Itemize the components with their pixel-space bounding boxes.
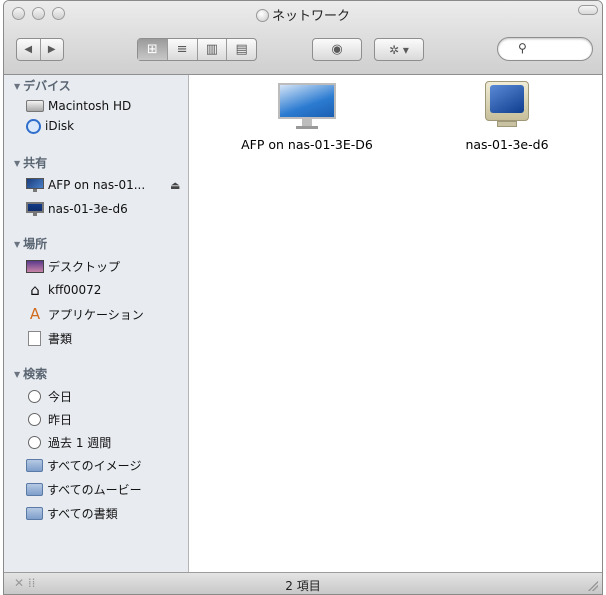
resize-handle[interactable]	[588, 581, 598, 591]
sidebar: ▼ デバイス Macintosh HD iDisk ▼ 共有 AFP on nas-…	[4, 75, 189, 575]
eye-icon: ◉	[331, 42, 343, 57]
sidebar-item-yesterday[interactable]: 昨日	[26, 410, 72, 428]
nav-buttons: ◀ ▶	[16, 38, 64, 61]
network-item-nas[interactable]: nas-01-3e-d6	[442, 81, 572, 152]
sidebar-item-all-images[interactable]: すべてのイメージ	[26, 456, 141, 474]
sidebar-item-applications[interactable]: A アプリケーション	[26, 305, 144, 323]
disclosure-triangle-icon[interactable]: ▼	[14, 240, 20, 249]
sidebar-item-today[interactable]: 今日	[26, 387, 72, 405]
view-mode-control: ⊞ ≡ ▥ ▤	[137, 38, 257, 61]
network-icon	[255, 9, 269, 22]
sidebar-section-search[interactable]: ▼ 検索	[14, 365, 47, 382]
gear-icon: ✲ ▾	[389, 42, 409, 57]
eject-icon[interactable]: ⏏	[170, 179, 180, 192]
status-bar: ✕ ⁞⁞ 2 項目	[4, 572, 602, 594]
sidebar-item-idisk[interactable]: iDisk	[26, 117, 74, 135]
icon-view-icon: ⊞	[146, 42, 158, 57]
smart-folder-icon	[26, 506, 43, 520]
hard-drive-icon	[26, 100, 44, 112]
disclosure-triangle-icon[interactable]: ▼	[14, 370, 20, 379]
disclosure-triangle-icon[interactable]: ▼	[14, 82, 20, 91]
coverflow-view-button[interactable]: ▤	[226, 39, 256, 60]
sidebar-item-all-movies[interactable]: すべてのムービー	[26, 480, 142, 498]
list-view-icon: ≡	[176, 42, 188, 57]
sidebar-section-places[interactable]: ▼ 場所	[14, 235, 47, 252]
applications-icon: A	[29, 305, 41, 323]
network-item-label: AFP on nas-01-3E-D6	[241, 137, 373, 152]
forward-arrow-icon: ▶	[47, 44, 56, 55]
monitor-icon	[26, 202, 44, 216]
desktop-icon	[26, 259, 44, 273]
network-item-afp[interactable]: AFP on nas-01-3E-D6	[222, 83, 392, 152]
clock-icon	[28, 412, 41, 426]
sidebar-item-nas[interactable]: nas-01-3e-d6	[26, 200, 128, 218]
sidebar-item-macintosh-hd[interactable]: Macintosh HD	[26, 97, 131, 115]
sidebar-item-all-documents[interactable]: すべての書類	[26, 504, 118, 522]
title-bar[interactable]: ネットワーク ◀ ▶ ⊞ ≡ ▥ ▤ ◉ ✲ ▾ ⚲	[4, 1, 602, 75]
window-title-text: ネットワーク	[271, 9, 350, 24]
sidebar-section-shared[interactable]: ▼ 共有	[14, 154, 47, 171]
idisk-icon	[26, 118, 41, 134]
item-count: 2 項目	[285, 579, 321, 593]
network-item-label: nas-01-3e-d6	[465, 137, 549, 152]
lcd-monitor-icon	[278, 83, 336, 129]
crt-monitor-icon	[485, 81, 529, 129]
toolbar-toggle-button[interactable]	[578, 5, 598, 15]
column-view-icon: ▥	[205, 42, 219, 57]
home-icon: ⌂	[30, 281, 40, 299]
finder-window: ネットワーク ◀ ▶ ⊞ ≡ ▥ ▤ ◉ ✲ ▾ ⚲ ▼ デバイス Macinto…	[3, 0, 603, 595]
sidebar-item-desktop[interactable]: デスクトップ	[26, 257, 120, 275]
icon-view-button[interactable]: ⊞	[138, 39, 167, 60]
sidebar-item-documents[interactable]: 書類	[26, 329, 72, 347]
documents-icon	[28, 330, 41, 346]
search-icon: ⚲	[518, 41, 527, 55]
smart-folder-icon	[26, 482, 43, 496]
search-field[interactable]: ⚲	[497, 37, 593, 61]
action-menu-button[interactable]: ✲ ▾	[374, 38, 424, 61]
sidebar-section-devices[interactable]: ▼ デバイス	[14, 77, 71, 94]
clock-icon	[28, 389, 41, 403]
coverflow-view-icon: ▤	[235, 42, 248, 57]
sidebar-item-afp-share[interactable]: AFP on nas-01...	[26, 176, 145, 194]
disclosure-triangle-icon[interactable]: ▼	[14, 159, 20, 168]
forward-button[interactable]: ▶	[39, 39, 64, 60]
monitor-icon	[26, 178, 44, 192]
sidebar-item-home[interactable]: ⌂ kff00072	[26, 281, 101, 299]
clock-icon	[28, 435, 41, 449]
back-arrow-icon: ◀	[24, 44, 33, 55]
window-title: ネットワーク	[4, 5, 602, 24]
quick-look-button[interactable]: ◉	[312, 38, 362, 61]
list-view-button[interactable]: ≡	[166, 39, 197, 60]
column-view-button[interactable]: ▥	[196, 39, 227, 60]
back-button[interactable]: ◀	[17, 39, 40, 60]
sidebar-item-past-week[interactable]: 過去 1 週間	[26, 433, 111, 451]
smart-folder-icon	[26, 458, 43, 472]
